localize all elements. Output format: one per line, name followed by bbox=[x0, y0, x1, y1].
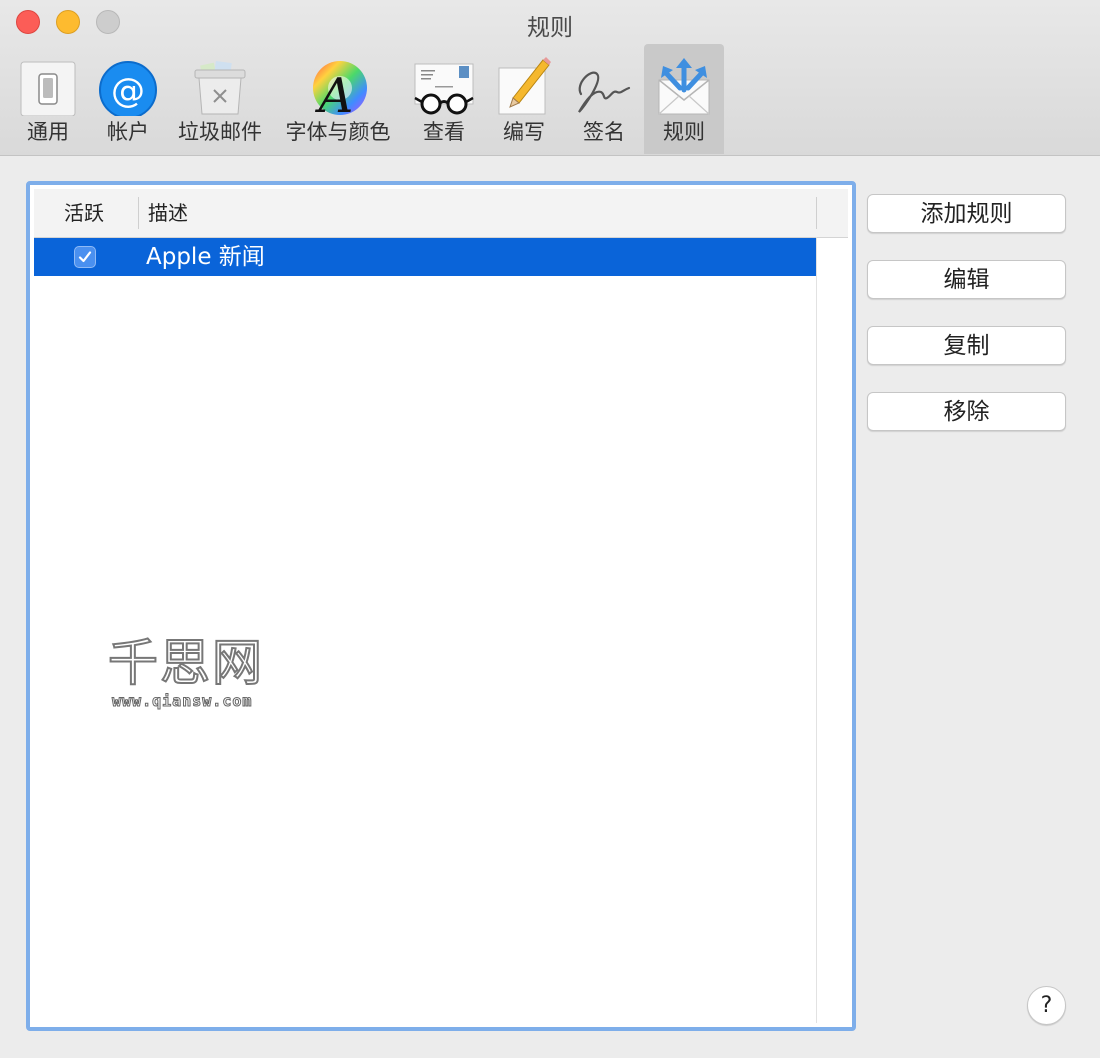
edit-rule-button[interactable]: 编辑 bbox=[867, 260, 1066, 299]
glasses-letter-icon bbox=[414, 63, 474, 115]
watermark-url: www.qiansw.com bbox=[111, 692, 253, 711]
column-divider bbox=[138, 197, 139, 229]
tab-general-label: 通用 bbox=[27, 120, 69, 144]
column-divider bbox=[816, 197, 817, 229]
add-rule-button[interactable]: 添加规则 bbox=[867, 194, 1066, 233]
scrollbar-track[interactable] bbox=[816, 237, 817, 1023]
tab-junk[interactable]: 垃圾邮件 bbox=[170, 44, 270, 154]
remove-rule-button[interactable]: 移除 bbox=[867, 392, 1066, 431]
preferences-window: 规则 通用 @ 帐户 垃圾邮件 A 字体与颜色 查看 编写 签名 规则 活跃 描… bbox=[0, 0, 1100, 1058]
table-header: 活跃 描述 bbox=[34, 189, 848, 238]
tab-fonts-colors[interactable]: A 字体与颜色 bbox=[278, 44, 398, 154]
checkmark-icon bbox=[78, 251, 92, 263]
column-header-active[interactable]: 活跃 bbox=[64, 189, 104, 237]
at-sign-icon: @ bbox=[99, 61, 157, 116]
tab-composing-label: 编写 bbox=[503, 120, 545, 144]
table-row[interactable]: Apple 新闻 bbox=[34, 238, 816, 276]
tab-junk-label: 垃圾邮件 bbox=[178, 120, 262, 144]
signature-icon bbox=[578, 71, 631, 113]
tab-signatures-label: 签名 bbox=[583, 120, 625, 144]
tab-rules-label: 规则 bbox=[663, 120, 705, 144]
trash-icon bbox=[194, 60, 246, 115]
watermark-title: 千思网 bbox=[107, 634, 264, 692]
rules-table-body: 活跃 描述 Apple 新闻 千思网 www.qiansw.com bbox=[34, 189, 848, 1023]
tab-viewing[interactable]: 查看 bbox=[404, 44, 484, 154]
tab-signatures[interactable]: 签名 bbox=[564, 44, 644, 154]
rule-description: Apple 新闻 bbox=[146, 244, 265, 270]
tab-composing[interactable]: 编写 bbox=[484, 44, 564, 154]
column-header-description[interactable]: 描述 bbox=[148, 189, 188, 237]
help-button[interactable]: ? bbox=[1027, 986, 1066, 1025]
tab-accounts-label: 帐户 bbox=[107, 120, 149, 144]
window-title: 规则 bbox=[527, 15, 573, 41]
svg-text:@: @ bbox=[111, 71, 145, 111]
rules-envelope-icon bbox=[658, 58, 710, 115]
duplicate-rule-button[interactable]: 复制 bbox=[867, 326, 1066, 365]
tab-accounts[interactable]: @ 帐户 bbox=[90, 44, 166, 154]
tab-viewing-label: 查看 bbox=[423, 120, 465, 144]
rules-table[interactable]: 活跃 描述 Apple 新闻 千思网 www.qiansw.com bbox=[26, 181, 856, 1031]
tab-fonts-colors-label: 字体与颜色 bbox=[285, 120, 391, 144]
tab-general[interactable]: 通用 bbox=[10, 44, 86, 154]
tab-rules[interactable]: 规则 bbox=[644, 44, 724, 154]
switch-icon bbox=[20, 61, 76, 116]
rule-active-checkbox[interactable] bbox=[74, 246, 96, 268]
toolbar: 规则 通用 @ 帐户 垃圾邮件 A 字体与颜色 查看 编写 签名 规则 bbox=[0, 0, 1100, 156]
pencil-paper-icon bbox=[498, 57, 551, 115]
svg-text:A: A bbox=[315, 68, 354, 116]
watermark: 千思网 www.qiansw.com bbox=[107, 634, 268, 713]
font-color-icon: A bbox=[313, 61, 367, 116]
